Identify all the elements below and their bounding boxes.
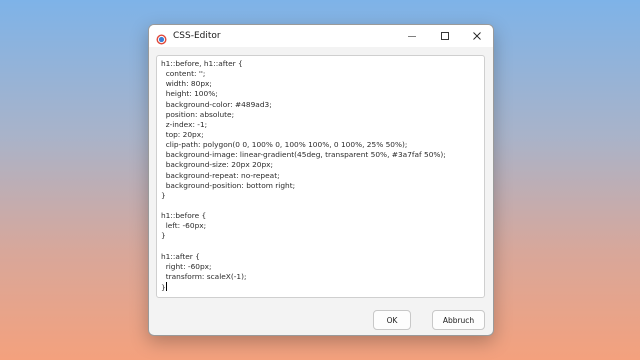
ok-button[interactable]: OK xyxy=(373,310,411,330)
code-line: } xyxy=(161,190,166,200)
code-line: } xyxy=(161,282,167,293)
close-button[interactable] xyxy=(461,25,493,47)
code-line: height: 100%; xyxy=(161,89,218,99)
code-line: clip-path: polygon(0 0, 100% 0, 100% 100… xyxy=(161,140,408,150)
code-line: h1::before { xyxy=(161,211,207,221)
code-line: background-position: bottom right; xyxy=(161,180,296,190)
text-caret xyxy=(165,282,167,292)
maximize-button[interactable] xyxy=(429,25,461,47)
code-line: top: 20px; xyxy=(161,129,204,139)
code-line: position: absolute; xyxy=(161,109,235,119)
window-title: CSS-Editor xyxy=(173,31,221,41)
code-line: h1::after { xyxy=(161,251,200,261)
css-code-editor[interactable]: h1::before, h1::after { content: ''; wid… xyxy=(156,55,485,298)
code-line: background-repeat: no-repeat; xyxy=(161,170,280,180)
maximize-icon xyxy=(440,31,450,41)
css-editor-dialog: CSS-Editor h1::before, h1::after { conte… xyxy=(148,24,494,336)
minimize-icon xyxy=(407,31,417,41)
css-editor-icon xyxy=(156,30,167,45)
close-icon xyxy=(472,31,482,41)
cancel-button[interactable]: Abbruch xyxy=(432,310,485,330)
code-line: } xyxy=(161,231,166,241)
code-line: h1::before, h1::after { xyxy=(161,59,243,68)
code-line: transform: scaleX(-1); xyxy=(161,271,247,281)
code-line: background-color: #489ad3; xyxy=(161,99,272,109)
code-line: width: 80px; xyxy=(161,79,212,89)
title-bar[interactable]: CSS-Editor xyxy=(149,25,493,47)
code-line: left: -60px; xyxy=(161,221,207,231)
code-line: background-image: linear-gradient(45deg,… xyxy=(161,150,446,160)
code-line: right: -60px; xyxy=(161,261,212,271)
code-line: background-size: 20px 20px; xyxy=(161,160,274,170)
code-line: content: ''; xyxy=(161,69,206,79)
code-text[interactable]: h1::before, h1::after { content: ''; wid… xyxy=(161,59,446,292)
minimize-button[interactable] xyxy=(396,25,428,47)
code-line: z-index: -1; xyxy=(161,119,208,129)
